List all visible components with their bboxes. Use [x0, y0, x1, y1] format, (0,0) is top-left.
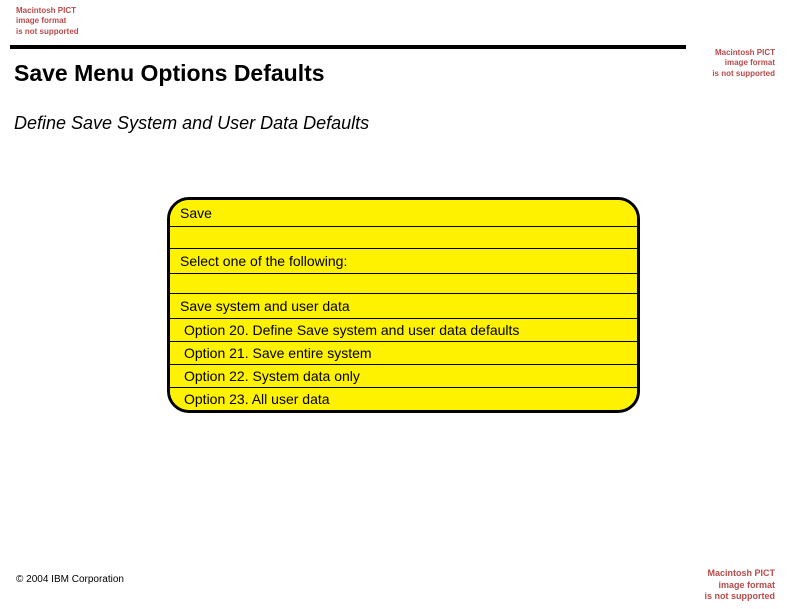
menu-heading: Save [170, 200, 637, 227]
save-menu-panel: Save Select one of the following: Save s… [167, 197, 640, 413]
pict-text: Macintosh PICT image format is not suppo… [705, 568, 776, 603]
page-title: Save Menu Options Defaults [14, 60, 325, 87]
menu-option: Option 22. System data only [170, 365, 637, 388]
menu-group: Save system and user data [170, 294, 637, 319]
menu-option: Option 23. All user data [170, 388, 637, 410]
menu-option: Option 21. Save entire system [170, 342, 637, 365]
menu-option: Option 20. Define Save system and user d… [170, 319, 637, 342]
horizontal-divider [10, 45, 686, 49]
pict-text: Macintosh PICT image format is not suppo… [712, 48, 775, 79]
pict-text: Macintosh PICT image format is not suppo… [16, 6, 79, 37]
pict-placeholder-top-left: Macintosh PICT image format is not suppo… [16, 6, 79, 37]
menu-prompt: Select one of the following: [170, 249, 637, 274]
copyright-text: © 2004 IBM Corporation [16, 574, 124, 585]
pict-placeholder-bottom-right: Macintosh PICT image format is not suppo… [705, 568, 776, 603]
page-subtitle: Define Save System and User Data Default… [14, 113, 369, 134]
menu-blank [170, 227, 637, 249]
pict-placeholder-top-right: Macintosh PICT image format is not suppo… [712, 48, 775, 79]
menu-spacer [170, 274, 637, 294]
